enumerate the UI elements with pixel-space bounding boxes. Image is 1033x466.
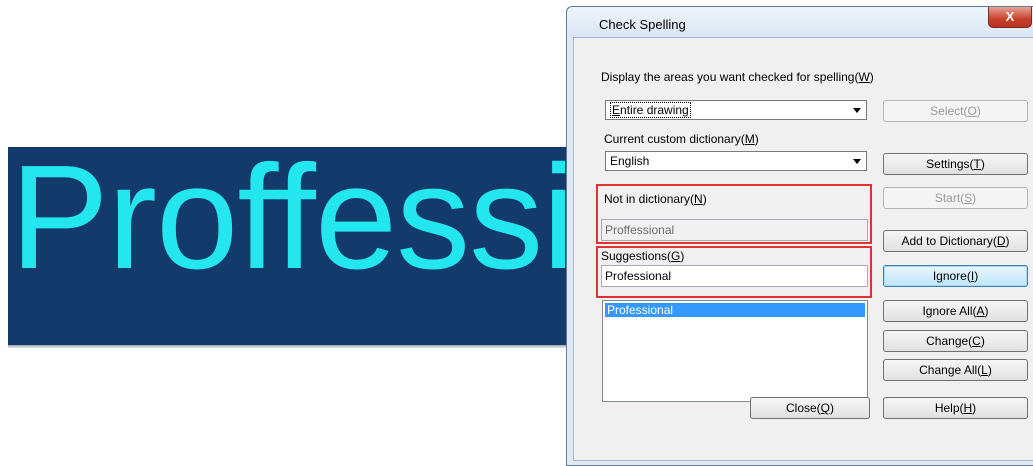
close-window-button[interactable]: X [988,7,1032,28]
ignore-all-button[interactable]: Ignore All(A) [883,300,1028,322]
add-to-dictionary-button[interactable]: Add to Dictionary(D) [883,230,1028,252]
areas-label: Display the areas you want checked for s… [601,70,874,84]
change-button[interactable]: Change(C) [883,330,1028,352]
drawing-text: Proffessi [10,135,575,300]
list-item[interactable]: Professional [605,303,865,317]
check-spelling-dialog: Check Spelling X Display the areas you w… [566,6,1033,466]
title-bar[interactable]: Check Spelling X [567,7,1033,37]
help-button[interactable]: Help(H) [883,397,1028,419]
close-button[interactable]: Close(Q) [750,397,870,419]
settings-button[interactable]: Settings(T) [883,153,1028,175]
dictionary-label: Current custom dictionary(M) [604,132,759,146]
areas-dropdown-value: Entire drawing [610,102,691,118]
areas-dropdown[interactable]: Entire drawing [605,100,867,120]
start-button[interactable]: Start(S) [883,187,1028,209]
dictionary-dropdown-value: English [610,154,650,168]
suggestions-label: Suggestions(G) [601,249,685,263]
not-in-dictionary-field: Proffessional [601,219,868,241]
suggestion-input[interactable]: Professional [601,265,868,287]
dictionary-dropdown[interactable]: English [605,151,867,171]
dialog-body: Display the areas you want checked for s… [573,37,1033,461]
not-in-dictionary-label: Not in dictionary(N) [604,192,707,206]
suggestions-list[interactable]: Professional [602,300,868,402]
select-button[interactable]: Select(O) [883,100,1028,122]
change-all-button[interactable]: Change All(L) [883,359,1028,381]
chevron-down-icon[interactable] [853,108,861,113]
dialog-title: Check Spelling [599,17,686,32]
chevron-down-icon[interactable] [853,159,861,164]
ignore-button[interactable]: Ignore(I) [883,265,1028,287]
close-icon: X [1005,9,1015,24]
